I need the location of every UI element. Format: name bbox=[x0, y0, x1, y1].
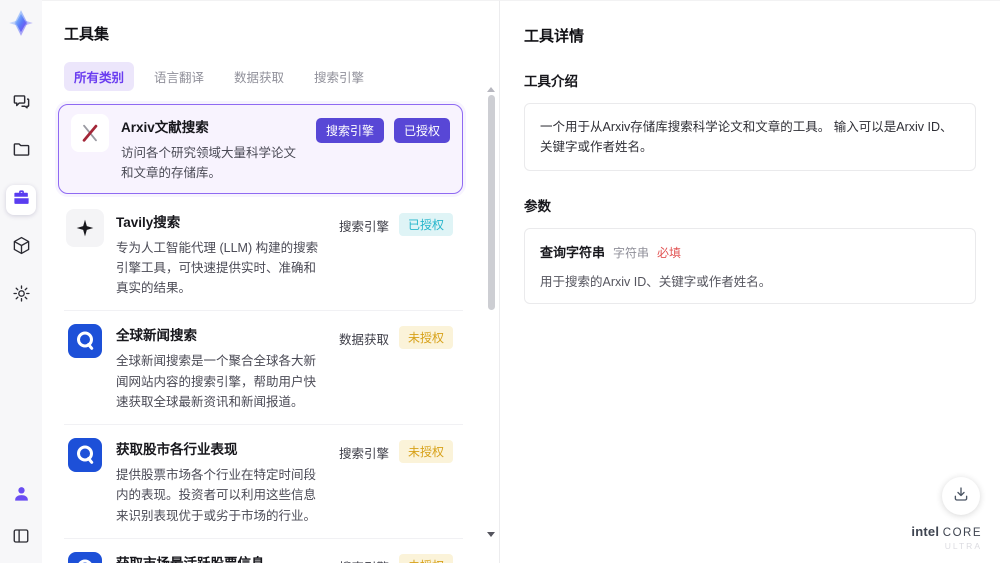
sidebar-item-plugins[interactable] bbox=[6, 233, 36, 263]
cube-icon bbox=[12, 236, 31, 260]
blue-search-logo-icon bbox=[66, 322, 104, 360]
category-label: 搜索引擎 bbox=[338, 219, 389, 234]
category-label: 数据获取 bbox=[338, 333, 389, 348]
tool-detail-panel: 工具详情 工具介绍 一个用于从Arxiv存储库搜索科学论文和文章的工具。 输入可… bbox=[500, 0, 1000, 563]
category-label: 搜索引擎 bbox=[338, 447, 389, 461]
tool-tags: 搜索引擎 未授权 bbox=[339, 436, 453, 526]
tab-all-categories[interactable]: 所有类别 bbox=[64, 62, 135, 91]
list-scrollbar bbox=[486, 87, 496, 549]
category-badge: 搜索引擎 bbox=[315, 118, 384, 143]
blue-search-logo-icon bbox=[66, 550, 104, 563]
tool-card-global-news[interactable]: 全球新闻搜索 全球新闻搜索是一个聚合全球各大新闻网站内容的搜索引擎，帮助用户快速… bbox=[64, 311, 463, 425]
intel-core-logo: intel CORE ULTRA bbox=[911, 524, 982, 551]
tool-card-body: Tavily搜索 专为人工智能代理 (LLM) 构建的搜索引擎工具，可快速提供实… bbox=[116, 209, 327, 299]
tool-card-most-active-stocks[interactable]: 获取市场最活跃股票信息 提供当天交易量最高的股票列表，投资者可以利用这些信息来识… bbox=[64, 539, 463, 563]
sidebar-item-tools[interactable] bbox=[6, 185, 36, 215]
intel-logo-text: intel bbox=[911, 524, 940, 540]
tool-tags: 搜索引擎 已授权 bbox=[339, 209, 453, 299]
tool-list-panel: 工具集 所有类别 语言翻译 数据获取 搜索引擎 Arxiv文献搜索 访问各个研究… bbox=[42, 0, 500, 563]
category-label: 搜索引擎 bbox=[339, 554, 389, 563]
tool-tags: 搜索引擎 已授权 bbox=[315, 114, 450, 184]
tab-data-fetching[interactable]: 数据获取 bbox=[224, 62, 294, 91]
panel-toggle-icon bbox=[12, 527, 30, 550]
tool-name: Arxiv文献搜索 bbox=[121, 120, 209, 135]
core-logo-text: CORE bbox=[942, 527, 982, 540]
tool-card-body: 获取股市各行业表现 提供股票市场各个行业在特定时间段内的表现。投资者可以利用这些… bbox=[116, 436, 327, 526]
status-badge: 未授权 bbox=[398, 326, 453, 350]
settings-icon bbox=[12, 284, 31, 308]
page-title: 工具集 bbox=[64, 26, 110, 43]
tab-search-engine[interactable]: 搜索引擎 bbox=[304, 62, 374, 91]
toolbox-icon bbox=[12, 188, 31, 212]
blue-search-logo-icon bbox=[66, 436, 104, 474]
sidebar-item-profile[interactable] bbox=[6, 481, 36, 511]
param-required-badge: 必填 bbox=[657, 246, 682, 260]
param-name: 查询字符串 bbox=[540, 245, 606, 260]
sidebar-bottom bbox=[6, 481, 36, 553]
arxiv-logo-icon bbox=[71, 114, 109, 152]
sidebar-item-files[interactable] bbox=[6, 137, 36, 167]
status-badge: 未授权 bbox=[398, 553, 453, 563]
tavily-star-icon bbox=[66, 208, 104, 247]
tool-card-tavily[interactable]: Tavily搜索 专为人工智能代理 (LLM) 构建的搜索引擎工具，可快速提供实… bbox=[64, 198, 463, 312]
sidebar-item-collapse[interactable] bbox=[6, 523, 36, 553]
scroll-up-icon[interactable] bbox=[487, 87, 495, 92]
tool-description: 全球新闻搜索是一个聚合全球各大新闻网站内容的搜索引擎，帮助用户快速获取全球最新资… bbox=[116, 354, 317, 409]
sidebar-item-settings[interactable] bbox=[6, 281, 36, 311]
ultra-logo-text: ULTRA bbox=[944, 540, 982, 551]
tool-card-sector-performance[interactable]: 获取股市各行业表现 提供股票市场各个行业在特定时间段内的表现。投资者可以利用这些… bbox=[64, 425, 463, 539]
status-badge: 已授权 bbox=[393, 118, 450, 143]
param-header: 查询字符串 字符串 必填 bbox=[540, 242, 960, 261]
tool-name: 获取市场最活跃股票信息 bbox=[116, 552, 321, 563]
left-sidebar bbox=[0, 0, 42, 563]
tab-language-translation[interactable]: 语言翻译 bbox=[144, 62, 214, 91]
tool-tags: 搜索引擎 未授权 bbox=[339, 550, 453, 563]
intro-heading: 工具介绍 bbox=[524, 74, 578, 89]
param-description: 用于搜索的Arxiv ID、关键字或作者姓名。 bbox=[540, 275, 772, 289]
tool-description: 专为人工智能代理 (LLM) 构建的搜索引擎工具，可快速提供实时、准确和真实的结… bbox=[116, 240, 319, 296]
sidebar-nav bbox=[6, 89, 36, 311]
detail-title: 工具详情 bbox=[524, 28, 585, 45]
category-tabs: 所有类别 语言翻译 数据获取 搜索引擎 bbox=[64, 62, 479, 91]
tool-tags: 数据获取 未授权 bbox=[339, 322, 453, 412]
download-icon bbox=[952, 485, 970, 508]
app-logo-icon[interactable] bbox=[7, 9, 35, 37]
params-heading: 参数 bbox=[524, 199, 551, 214]
tool-card-arxiv[interactable]: Arxiv文献搜索 访问各个研究领域大量科学论文和文章的存储库。 搜索引擎 已授… bbox=[58, 104, 463, 194]
scroll-down-icon[interactable] bbox=[487, 532, 495, 537]
chat-icon bbox=[12, 92, 31, 116]
param-box: 查询字符串 字符串 必填 用于搜索的Arxiv ID、关键字或作者姓名。 bbox=[524, 228, 976, 304]
param-type: 字符串 bbox=[613, 246, 650, 260]
tool-description: 访问各个研究领域大量科学论文和文章的存储库。 bbox=[121, 146, 297, 181]
user-icon bbox=[12, 484, 31, 508]
sidebar-item-chat[interactable] bbox=[6, 89, 36, 119]
folder-icon bbox=[12, 140, 31, 164]
tool-card-body: 获取市场最活跃股票信息 提供当天交易量最高的股票列表，投资者可以利用这些信息来识… bbox=[116, 550, 327, 563]
tool-name: 全球新闻搜索 bbox=[116, 328, 197, 344]
tool-card-body: Arxiv文献搜索 访问各个研究领域大量科学论文和文章的存储库。 bbox=[121, 114, 304, 184]
tool-name: Tavily搜索 bbox=[116, 214, 181, 230]
tool-card-list: Arxiv文献搜索 访问各个研究领域大量科学论文和文章的存储库。 搜索引擎 已授… bbox=[58, 104, 479, 563]
tool-card-body: 全球新闻搜索 全球新闻搜索是一个聚合全球各大新闻网站内容的搜索引擎，帮助用户快速… bbox=[116, 322, 327, 412]
status-badge: 未授权 bbox=[398, 440, 453, 463]
status-badge: 已授权 bbox=[398, 212, 453, 236]
tool-description: 提供股票市场各个行业在特定时间段内的表现。投资者可以利用这些信息来识别表现优于或… bbox=[116, 468, 317, 523]
download-button[interactable] bbox=[942, 477, 980, 515]
scrollbar-thumb[interactable] bbox=[487, 95, 495, 310]
tool-name: 获取股市各行业表现 bbox=[116, 442, 238, 457]
tool-intro-box: 一个用于从Arxiv存储库搜索科学论文和文章的工具。 输入可以是Arxiv ID… bbox=[524, 103, 976, 171]
